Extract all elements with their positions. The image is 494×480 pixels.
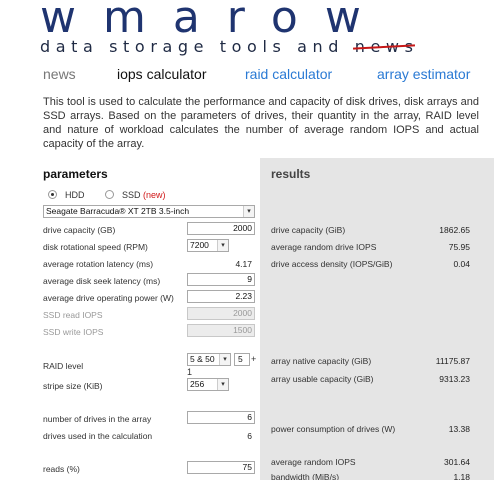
drives-used-label: drives used in the calculation — [43, 431, 153, 441]
drive-capacity-input[interactable]: 2000 — [187, 222, 255, 235]
result-bandwidth-label: bandwidth (MiB/s) — [271, 472, 340, 480]
chevron-down-icon: ▾ — [219, 354, 230, 365]
new-badge: (new) — [143, 190, 166, 200]
results-heading: results — [271, 167, 311, 181]
result-native-capacity-value: 11175.87 — [435, 356, 470, 366]
seek-latency-input[interactable]: 9 — [187, 273, 255, 286]
intro-text: This tool is used to calculate the perfo… — [43, 96, 479, 150]
nav-iops-calculator[interactable]: iops calculator — [117, 66, 207, 82]
nav-news[interactable]: news — [43, 66, 76, 82]
ssd-radio[interactable] — [105, 190, 115, 199]
raid-group-select[interactable]: 5 — [234, 353, 250, 366]
seek-latency-label: average disk seek latency (ms) — [43, 276, 161, 286]
rotation-latency-value: 4.17 — [235, 259, 252, 269]
result-drive-iops-value: 75.95 — [448, 242, 470, 252]
num-drives-input[interactable]: 6 — [187, 411, 255, 424]
raid-group-value: 5 — [238, 354, 243, 364]
tagline-text: data storage tools and — [40, 37, 355, 56]
result-usable-capacity-value: 9313.23 — [439, 374, 470, 384]
stripe-size-select[interactable]: 256 ▾ — [187, 378, 229, 391]
rotational-speed-select[interactable]: 7200 ▾ — [187, 239, 229, 252]
raid-plus: + — [251, 354, 257, 364]
ssd-write-iops-label: SSD write IOPS — [43, 327, 104, 337]
rotation-latency-label: average rotation latency (ms) — [43, 259, 154, 269]
stripe-size-label: stripe size (KiB) — [43, 381, 103, 391]
result-drive-capacity-value: 1862.65 — [439, 225, 470, 235]
raid-level-label: RAID level — [43, 361, 84, 371]
raid-note: 1 — [187, 367, 193, 377]
reads-percent-input[interactable]: 75 — [187, 461, 255, 474]
rotational-speed-value: 7200 — [190, 240, 209, 250]
chevron-down-icon: ▾ — [243, 206, 254, 217]
num-drives-label: number of drives in the array — [43, 414, 152, 424]
raid-level-value: 5 & 50 — [190, 354, 215, 364]
ssd-write-iops-input: 1500 — [187, 324, 255, 337]
rotational-speed-label: disk rotational speed (RPM) — [43, 242, 148, 252]
result-power-label: power consumption of drives (W) — [271, 424, 396, 434]
result-power-value: 13.38 — [448, 424, 470, 434]
nav-array-estimator[interactable]: array estimator — [377, 66, 470, 82]
result-usable-capacity-label: array usable capacity (GiB) — [271, 374, 374, 384]
ssd-label: SSD — [122, 190, 141, 200]
result-drive-capacity-label: drive capacity (GiB) — [271, 225, 346, 235]
hdd-label: HDD — [65, 190, 85, 200]
ssd-read-iops-label: SSD read IOPS — [43, 310, 103, 320]
chevron-down-icon: ▾ — [217, 379, 228, 390]
result-access-density-label: drive access density (IOPS/GiB) — [271, 259, 393, 269]
result-drive-iops-label: average random drive IOPS — [271, 242, 377, 252]
result-access-density-value: 0.04 — [453, 259, 470, 269]
drive-type-radios: HDD SSD (new) — [48, 190, 166, 202]
result-random-iops-label: average random IOPS — [271, 457, 356, 467]
operating-power-label: average drive operating power (W) — [43, 293, 174, 303]
tagline-struck-word: news — [354, 37, 419, 56]
result-native-capacity-label: array native capacity (GiB) — [271, 356, 372, 366]
drive-capacity-label: drive capacity (GB) — [43, 225, 116, 235]
drive-model-select[interactable]: Seagate Barracuda® XT 2TB 3.5-inch ▾ — [43, 205, 255, 218]
nav-raid-calculator[interactable]: raid calculator — [245, 66, 332, 82]
site-logo[interactable]: wmarow — [40, 0, 480, 40]
chevron-down-icon: ▾ — [217, 240, 228, 251]
parameters-heading: parameters — [43, 167, 108, 181]
operating-power-input[interactable]: 2.23 — [187, 290, 255, 303]
drives-used-value: 6 — [247, 431, 252, 441]
stripe-size-value: 256 — [190, 379, 205, 389]
result-bandwidth-value: 1.18 — [453, 472, 470, 480]
ssd-read-iops-input: 2000 — [187, 307, 255, 320]
reads-percent-label: reads (%) — [43, 464, 80, 474]
result-random-iops-value: 301.64 — [444, 457, 470, 467]
drive-model-value: Seagate Barracuda® XT 2TB 3.5-inch — [46, 206, 190, 216]
raid-level-select[interactable]: 5 & 50 ▾ — [187, 353, 231, 366]
hdd-radio[interactable] — [48, 190, 57, 199]
site-tagline: data storage tools and news — [40, 37, 419, 56]
